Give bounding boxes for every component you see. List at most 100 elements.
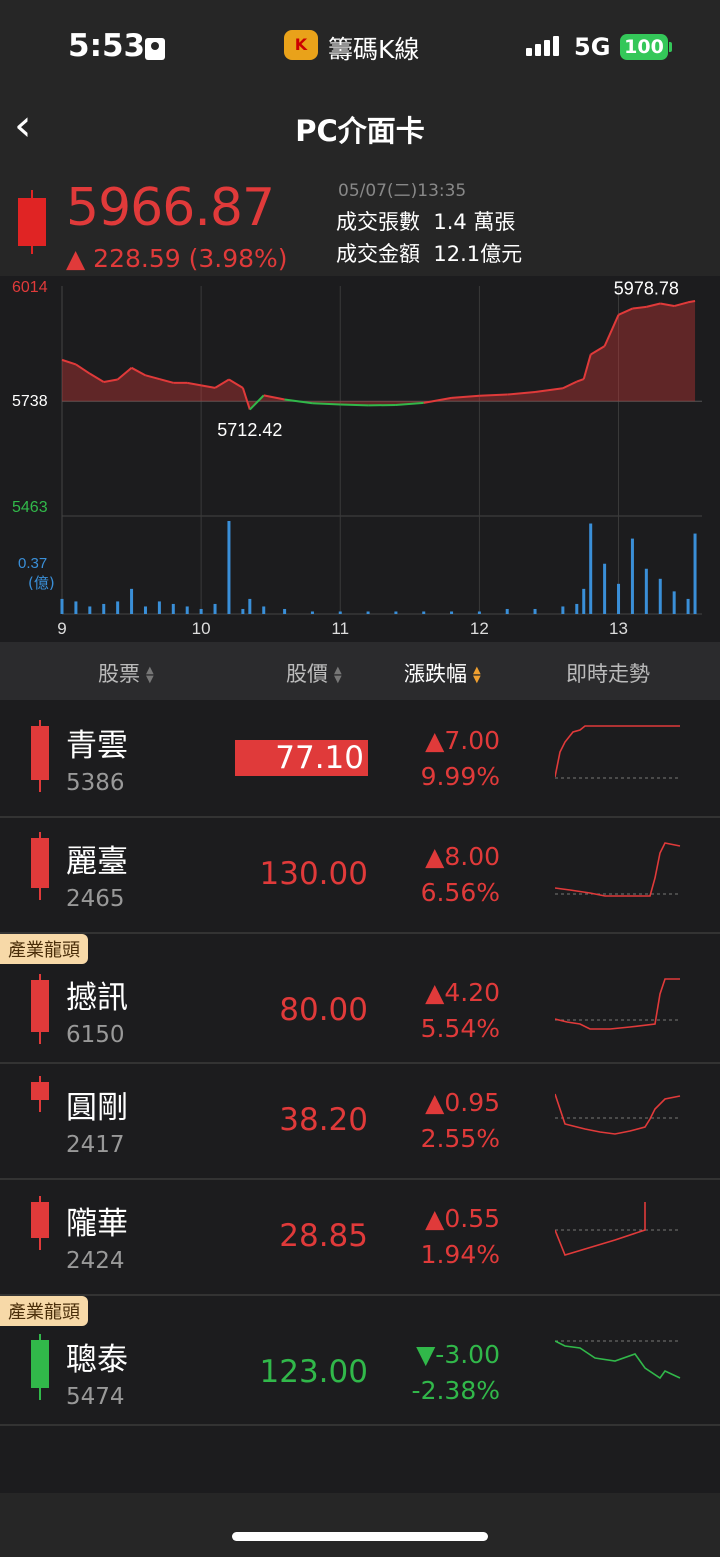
stock-name: 聰泰 bbox=[66, 1342, 128, 1378]
stock-change: ▼-3.00 bbox=[416, 1340, 500, 1369]
stock-change-percent: 6.56% bbox=[420, 878, 500, 907]
stock-name: 隴華 bbox=[66, 1206, 128, 1242]
price-line-segment bbox=[687, 300, 696, 304]
stock-code: 2424 bbox=[66, 1248, 125, 1274]
sort-icon: ▲ ▼ bbox=[334, 665, 342, 685]
stock-change-percent: 5.54% bbox=[420, 1014, 500, 1043]
x-tick-label: 10 bbox=[192, 619, 211, 638]
sort-icon: ▲ ▼ bbox=[146, 665, 154, 685]
table-row[interactable]: 產業龍頭 撼訊 6150 80.00 ▲4.20 5.54% bbox=[0, 934, 720, 1064]
candle-icon bbox=[31, 726, 49, 780]
volume-axis-label: 0.37 bbox=[18, 555, 47, 572]
x-tick-label: 11 bbox=[331, 619, 349, 638]
x-tick-label: 12 bbox=[470, 619, 489, 638]
volume-bar bbox=[143, 606, 147, 614]
candle-icon bbox=[18, 198, 46, 246]
stock-code: 5386 bbox=[66, 770, 125, 796]
volume-bar bbox=[561, 606, 565, 614]
volume-bar bbox=[157, 601, 161, 614]
volume-bar bbox=[617, 583, 621, 614]
stock-change-percent: 2.55% bbox=[420, 1124, 500, 1153]
stock-price: 130.00 bbox=[259, 856, 368, 892]
app-name: 籌碼K線 bbox=[328, 35, 420, 64]
trend-sparkline bbox=[555, 1340, 681, 1380]
table-row[interactable]: 青雲 5386 77.10 ▲7.00 9.99% bbox=[0, 702, 720, 818]
volume-value: 1.4 萬張 bbox=[433, 210, 516, 234]
stock-name: 圓剛 bbox=[66, 1090, 128, 1126]
table-row[interactable]: 圓剛 2417 38.20 ▲0.95 2.55% bbox=[0, 1064, 720, 1180]
y-tick-label: 5463 bbox=[12, 499, 48, 516]
price-line-segment bbox=[340, 403, 369, 407]
amount-row: 成交金額 12.1億元 bbox=[336, 238, 522, 268]
volume-bar bbox=[630, 538, 634, 614]
network-label: 5G bbox=[574, 33, 611, 61]
volume-bar bbox=[283, 608, 287, 614]
stock-change: ▲8.00 bbox=[425, 842, 500, 871]
volume-bar bbox=[366, 611, 370, 614]
battery-icon: 100 bbox=[620, 34, 668, 60]
header-stock[interactable]: 股票 ▲ ▼ bbox=[98, 658, 160, 688]
volume-bar bbox=[582, 588, 586, 614]
app-logo-icon: K bbox=[284, 30, 318, 60]
stock-change-percent: -2.38% bbox=[411, 1376, 500, 1405]
header-change[interactable]: 漲跌幅 ▲ ▼ bbox=[404, 658, 487, 688]
volume-bar bbox=[310, 611, 314, 614]
volume-bar bbox=[338, 611, 342, 614]
stock-code: 2417 bbox=[66, 1132, 125, 1158]
volume-row: 成交張數 1.4 萬張 bbox=[336, 206, 515, 236]
trend-sparkline bbox=[555, 1093, 681, 1135]
stock-price: 123.00 bbox=[259, 1354, 368, 1390]
stock-change-percent: 1.94% bbox=[420, 1240, 500, 1269]
volume-bar bbox=[185, 606, 189, 614]
stock-price: 80.00 bbox=[279, 992, 368, 1028]
volume-bar bbox=[394, 611, 398, 614]
volume-bar bbox=[171, 603, 175, 614]
trend-sparkline bbox=[555, 1202, 680, 1256]
table-row[interactable]: 隴華 2424 28.85 ▲0.55 1.94% bbox=[0, 1180, 720, 1296]
volume-bar bbox=[686, 598, 690, 614]
table-row[interactable]: 麗臺 2465 130.00 ▲8.00 6.56% bbox=[0, 818, 720, 934]
volume-bar bbox=[422, 611, 426, 614]
volume-unit-label: (億) bbox=[28, 574, 55, 592]
stock-change: ▲0.95 bbox=[425, 1088, 500, 1117]
x-tick-label: 13 bbox=[609, 619, 628, 638]
stock-name: 撼訊 bbox=[66, 980, 128, 1016]
stock-change: ▲7.00 bbox=[425, 726, 500, 755]
volume-bar bbox=[658, 578, 662, 614]
header-trend: 即時走勢 bbox=[566, 662, 650, 686]
candle-icon bbox=[31, 838, 49, 888]
index-price: 5966.87 bbox=[66, 178, 275, 238]
volume-label: 成交張數 bbox=[336, 210, 420, 234]
volume-bar bbox=[693, 533, 697, 614]
industry-leader-tag: 產業龍頭 bbox=[0, 1296, 88, 1326]
volume-bar bbox=[102, 603, 106, 614]
volume-bar bbox=[88, 606, 92, 614]
volume-bar bbox=[450, 611, 454, 614]
volume-bar bbox=[262, 606, 266, 614]
price-line-segment bbox=[312, 402, 341, 406]
bottom-bar bbox=[0, 1493, 720, 1557]
volume-bar bbox=[74, 601, 78, 614]
chart-svg: 6014 5738 5463 0.37 (億) 9 10 11 12 13 5978.78 5712.… bbox=[12, 279, 702, 638]
home-indicator[interactable] bbox=[232, 1532, 488, 1541]
table-row[interactable]: 產業龍頭聰泰 5474 123.00 ▼-3.00 -2.38% bbox=[0, 1296, 720, 1426]
stock-code: 2465 bbox=[66, 886, 125, 912]
volume-bar bbox=[227, 521, 231, 614]
battery-tip bbox=[669, 42, 672, 52]
stock-change: ▲0.55 bbox=[425, 1204, 500, 1233]
stock-name: 麗臺 bbox=[66, 844, 128, 880]
amount-value: 12.1億元 bbox=[433, 242, 523, 266]
candle-icon bbox=[31, 980, 49, 1032]
volume-bar bbox=[505, 608, 509, 614]
volume-bar bbox=[589, 523, 593, 614]
header-price[interactable]: 股價 ▲ ▼ bbox=[286, 658, 348, 688]
candle-icon bbox=[31, 1202, 49, 1238]
volume-bar bbox=[644, 568, 648, 614]
stock-price: 38.20 bbox=[279, 1102, 368, 1138]
back-icon[interactable]: ‹ bbox=[14, 104, 32, 148]
stock-price: 28.85 bbox=[279, 1218, 368, 1254]
id-card-icon bbox=[145, 38, 165, 60]
stock-code: 5474 bbox=[66, 1384, 125, 1410]
price-line-segment bbox=[479, 393, 508, 397]
intraday-chart[interactable]: 6014 5738 5463 0.37 (億) 9 10 11 12 13 5978.78 5712.… bbox=[0, 276, 720, 642]
